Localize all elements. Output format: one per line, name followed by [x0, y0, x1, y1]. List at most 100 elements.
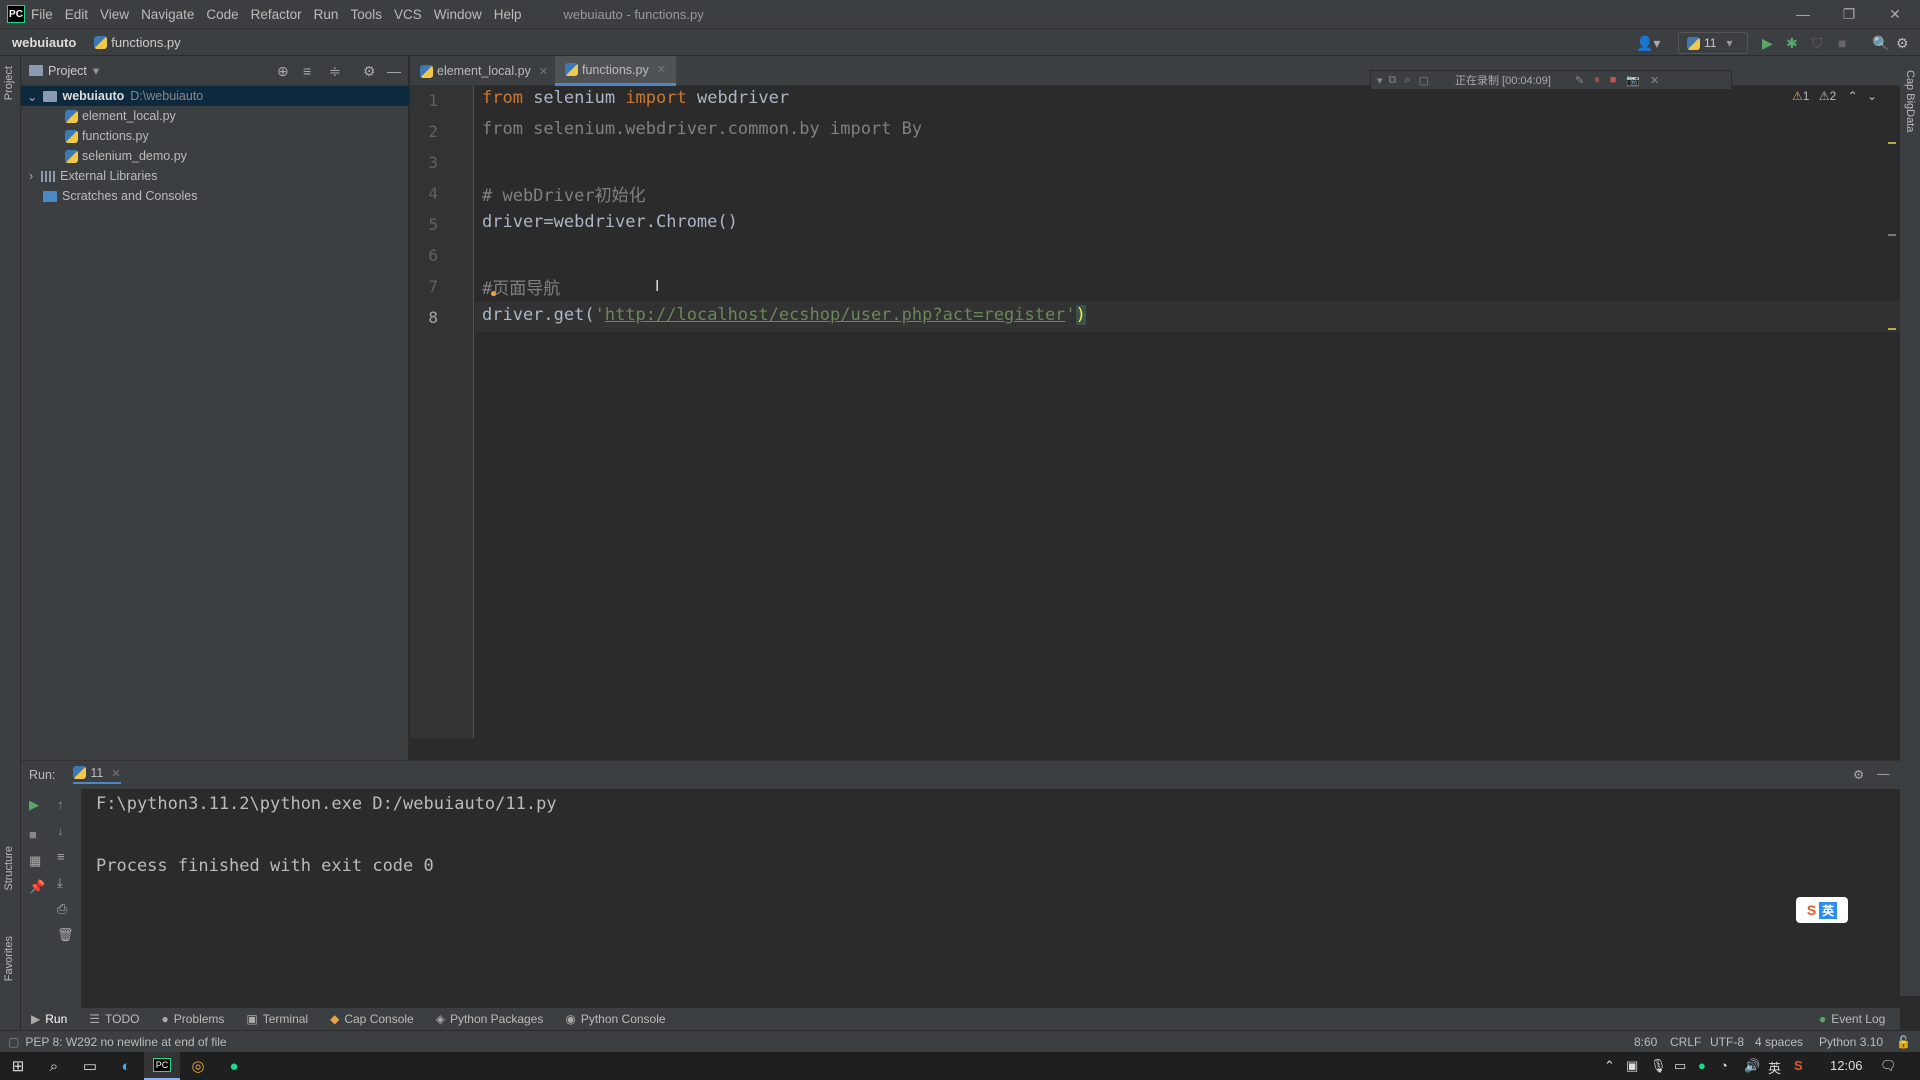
favorites-tool-tab[interactable]: Favorites	[3, 936, 15, 981]
menu-refactor[interactable]: Refactor	[251, 7, 302, 22]
pen-icon[interactable]: ✎	[1575, 74, 1584, 87]
scroll-end-icon[interactable]: ⤓	[57, 875, 63, 891]
breadcrumb-file[interactable]: functions.py	[94, 35, 181, 50]
error-stripe-marker[interactable]	[1888, 234, 1896, 236]
tool-python-packages[interactable]: ◈ Python Packages	[436, 1012, 544, 1026]
error-stripe-marker[interactable]	[1888, 328, 1896, 330]
app-tray-icon[interactable]: ●	[1698, 1058, 1706, 1073]
hide-icon[interactable]: —	[387, 63, 401, 79]
chevron-up-icon[interactable]: ⌃	[1848, 89, 1858, 103]
stop-record-icon[interactable]: ■	[1610, 74, 1617, 86]
tree-item-file[interactable]: selenium_demo.py	[21, 146, 409, 166]
print-icon[interactable]: ⎙	[57, 901, 67, 917]
camera-icon[interactable]: 📷	[1626, 74, 1640, 87]
file-encoding[interactable]: UTF-8	[1710, 1035, 1744, 1049]
chevron-up-icon[interactable]: ⌃	[1604, 1058, 1615, 1074]
run-icon[interactable]: ▶	[1762, 35, 1773, 52]
cap-bigdata-tool-tab[interactable]: Cap BigData	[1904, 70, 1916, 132]
project-view-select[interactable]: Project	[48, 64, 87, 78]
chevron-down-icon[interactable]: ⌄	[27, 89, 37, 104]
tree-item-root[interactable]: ⌄ webuiauto D:\webuiauto	[21, 86, 409, 106]
battery-icon[interactable]: ▭	[1674, 1058, 1686, 1074]
close-window-button[interactable]: ✕	[1872, 0, 1918, 28]
search-icon[interactable]: 🔍	[1872, 35, 1889, 52]
lock-icon[interactable]: 🔓	[1896, 1035, 1911, 1049]
arrow-down-icon[interactable]: ↓	[57, 823, 64, 838]
tray-icon[interactable]: ▣	[1626, 1058, 1638, 1074]
close-icon[interactable]: ✕	[539, 65, 548, 78]
restore-button[interactable]: ❐	[1826, 0, 1872, 28]
locate-icon[interactable]: ⊕	[277, 63, 289, 80]
app-icon[interactable]: ●	[216, 1052, 252, 1080]
window-icon[interactable]: ⧉	[1389, 74, 1397, 87]
project-tool-tab[interactable]: Project	[3, 66, 15, 100]
pin-icon[interactable]: 📌	[29, 879, 45, 895]
tree-item-file[interactable]: functions.py	[21, 126, 409, 146]
caret-position[interactable]: 8:60	[1634, 1035, 1657, 1049]
close-icon[interactable]: ✕	[111, 768, 120, 780]
coverage-icon[interactable]: ⛉	[1812, 35, 1823, 52]
notification-icon[interactable]: 🗨	[1880, 1058, 1897, 1074]
frame-icon[interactable]: ▢	[1419, 74, 1429, 87]
collapse-all-icon[interactable]: ≑	[329, 63, 341, 80]
code-editor[interactable]: 1 2 3 4 5 6 7 8 ▾ ⧉ ⌕ ▢ 正在录制 [00:04:09] …	[410, 70, 1900, 738]
chevron-down-icon[interactable]: ▾	[1377, 74, 1383, 87]
volume-icon[interactable]: 🔊	[1744, 1058, 1760, 1074]
settings-icon[interactable]: ⚙	[1896, 35, 1909, 52]
tool-event-log[interactable]: ● Event Log	[1819, 1012, 1885, 1026]
microphone-icon[interactable]: 🎙	[1650, 1058, 1667, 1074]
pycharm-taskbar-icon[interactable]: PC	[144, 1052, 180, 1080]
zoom-icon[interactable]: ⌕	[1404, 74, 1410, 87]
stop-icon[interactable]: ■	[29, 827, 37, 842]
minimize-button[interactable]: —	[1780, 0, 1826, 28]
rerun-icon[interactable]: ▶	[29, 797, 39, 813]
tool-run[interactable]: ▶ Run	[31, 1012, 67, 1026]
chevron-down-icon[interactable]: ▾	[93, 63, 99, 78]
tree-item-external-libraries[interactable]: › External Libraries	[21, 166, 409, 186]
tree-item-file[interactable]: element_local.py	[21, 106, 409, 126]
breadcrumb-project[interactable]: webuiauto	[12, 35, 76, 50]
expand-all-icon[interactable]: ≡	[303, 63, 311, 79]
tab-functions[interactable]: functions.py ✕	[555, 56, 676, 86]
tool-todo[interactable]: ☰ TODO	[89, 1012, 139, 1026]
run-config-select[interactable]: 11 ▾	[1678, 32, 1748, 54]
tool-problems[interactable]: ● Problems	[161, 1012, 224, 1026]
url-string[interactable]: http://localhost/ecshop/user.php?act=reg…	[605, 305, 1066, 325]
windows-start-icon[interactable]: ⊞	[0, 1052, 36, 1080]
search-icon[interactable]: ⌕	[36, 1052, 72, 1080]
menu-code[interactable]: Code	[206, 7, 238, 22]
close-icon[interactable]: ✕	[1650, 74, 1659, 87]
tab-element-local[interactable]: element_local.py ✕	[410, 56, 558, 86]
bulb-icon[interactable]: ●	[490, 286, 497, 300]
edge-icon[interactable]: ◐	[108, 1052, 144, 1080]
pause-icon[interactable]: ⏸	[1594, 74, 1600, 87]
menu-edit[interactable]: Edit	[65, 7, 88, 22]
chevron-right-icon[interactable]: ›	[29, 169, 33, 183]
task-view-icon[interactable]: ▭	[72, 1052, 108, 1080]
user-icon[interactable]: 👤▾	[1636, 35, 1660, 52]
structure-tool-tab[interactable]: Structure	[3, 846, 15, 891]
soft-wrap-icon[interactable]: ≡	[57, 849, 65, 864]
menu-file[interactable]: File	[31, 7, 53, 22]
line-separator[interactable]: CRLF	[1670, 1035, 1701, 1049]
network-icon[interactable]: ◔	[1720, 1058, 1728, 1073]
indent-setting[interactable]: 4 spaces	[1755, 1035, 1803, 1049]
run-tab[interactable]: 11 ✕	[73, 766, 121, 784]
chrome-icon[interactable]: ◎	[180, 1052, 216, 1080]
error-stripe-marker[interactable]	[1888, 142, 1896, 144]
tool-cap-console[interactable]: ◆ Cap Console	[330, 1012, 414, 1026]
gear-icon[interactable]: ⚙	[363, 63, 376, 80]
menu-run[interactable]: Run	[314, 7, 339, 22]
layout-icon[interactable]: ▦	[29, 853, 41, 869]
gear-icon[interactable]: ⚙	[1853, 767, 1864, 782]
stop-icon[interactable]: ■	[1838, 35, 1846, 51]
chevron-down-icon[interactable]: ⌄	[1867, 89, 1877, 103]
python-interpreter[interactable]: Python 3.10	[1819, 1035, 1883, 1049]
tool-terminal[interactable]: ▣ Terminal	[246, 1012, 308, 1026]
menu-vcs[interactable]: VCS	[394, 7, 422, 22]
arrow-up-icon[interactable]: ↑	[57, 797, 64, 812]
clock[interactable]: 12:06	[1830, 1058, 1863, 1073]
tool-python-console[interactable]: ◉ Python Console	[565, 1012, 665, 1026]
debug-icon[interactable]: ✱	[1786, 35, 1798, 52]
ime-widget[interactable]: S英	[1796, 897, 1848, 923]
